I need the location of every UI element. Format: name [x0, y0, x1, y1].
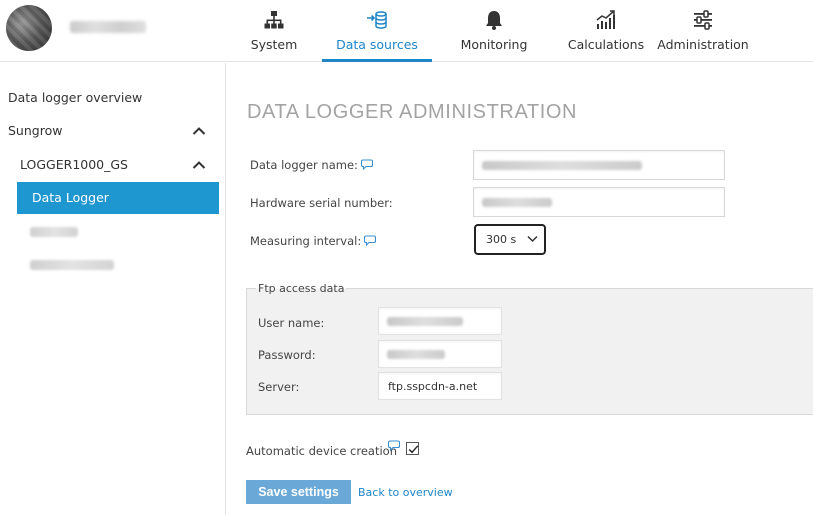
nav-tab-data-sources[interactable]: Data sources [322, 0, 432, 62]
sidebar-item-label: Sungrow [8, 123, 63, 138]
logger-name-input[interactable] [473, 150, 725, 180]
top-header: System Data sources Monitoring Calculati… [0, 0, 813, 62]
sidebar-item-label: Data Logger [32, 190, 109, 205]
ftp-username-input[interactable] [378, 307, 502, 335]
interval-label: Measuring interval: [250, 234, 377, 248]
nav-tab-calculations[interactable]: Calculations [556, 0, 656, 62]
ftp-fieldset: Ftp access data User name: Password: Ser… [246, 282, 813, 415]
speech-bubble-icon[interactable] [388, 440, 400, 451]
nav-tab-monitoring[interactable]: Monitoring [432, 0, 556, 62]
nav-tab-label: System [250, 37, 298, 52]
sidebar-item-logger1000[interactable]: LOGGER1000_GS [0, 152, 226, 178]
interval-select[interactable]: 300 s [474, 224, 546, 255]
nav-tab-label: Administration [657, 37, 749, 52]
username-redacted [70, 21, 146, 33]
auto-device-checkbox[interactable] [406, 442, 419, 455]
sliders-icon [694, 10, 712, 30]
main-content: DATA LOGGER ADMINISTRATION Data logger n… [227, 63, 813, 515]
interval-label-text: Measuring interval: [250, 234, 362, 248]
speech-bubble-icon[interactable] [364, 235, 377, 246]
nav-tab-label: Monitoring [460, 37, 528, 52]
sidebar-item-redacted[interactable] [30, 227, 78, 237]
checkmark-icon [408, 445, 419, 454]
chevron-up-icon[interactable] [192, 124, 206, 138]
chart-trend-icon [596, 10, 615, 29]
sidebar-item-label: Data logger overview [8, 90, 143, 105]
nav-tab-label: Calculations [567, 37, 645, 52]
save-settings-button[interactable]: Save settings [246, 480, 351, 504]
ftp-password-input[interactable] [378, 340, 502, 368]
ftp-username-label: User name: [258, 316, 325, 330]
interval-select-value: 300 s [486, 233, 517, 246]
ftp-server-input[interactable]: ftp.sspcdn-a.net [378, 372, 502, 400]
logger-name-redacted [482, 161, 642, 170]
back-to-overview-link[interactable]: Back to overview [358, 486, 453, 499]
nav-tab-system[interactable]: System [226, 0, 322, 62]
speech-bubble-icon[interactable] [360, 159, 373, 170]
ftp-legend: Ftp access data [256, 282, 347, 295]
main-nav: System Data sources Monitoring Calculati… [226, 0, 750, 62]
logger-name-label-text: Data logger name: [250, 158, 358, 172]
sidebar-item-redacted[interactable] [30, 260, 114, 270]
chevron-up-icon[interactable] [192, 158, 206, 172]
sidebar-item-label: LOGGER1000_GS [20, 157, 128, 172]
database-import-icon [367, 11, 387, 29]
sidebar: Data logger overview Sungrow LOGGER1000_… [0, 63, 226, 515]
user-avatar[interactable] [6, 5, 52, 51]
bell-icon [486, 11, 502, 30]
sidebar-item-data-logger-overview[interactable]: Data logger overview [0, 85, 226, 111]
nav-tab-administration[interactable]: Administration [656, 0, 750, 62]
auto-device-label: Automatic device creation [246, 444, 398, 458]
nav-tab-label: Data sources [336, 37, 418, 52]
serial-input[interactable] [473, 187, 725, 217]
sidebar-item-sungrow[interactable]: Sungrow [0, 118, 226, 144]
ftp-password-label: Password: [258, 348, 316, 362]
chevron-down-icon [527, 235, 538, 243]
sidebar-item-data-logger[interactable]: Data Logger [17, 182, 219, 214]
ftp-password-redacted [387, 350, 445, 359]
logger-name-label: Data logger name: [250, 158, 373, 172]
page-title: DATA LOGGER ADMINISTRATION [247, 101, 578, 123]
ftp-server-label: Server: [258, 380, 300, 394]
hierarchy-icon [264, 11, 284, 29]
ftp-username-redacted [387, 317, 463, 326]
serial-redacted [482, 198, 552, 207]
serial-label: Hardware serial number: [250, 196, 393, 210]
